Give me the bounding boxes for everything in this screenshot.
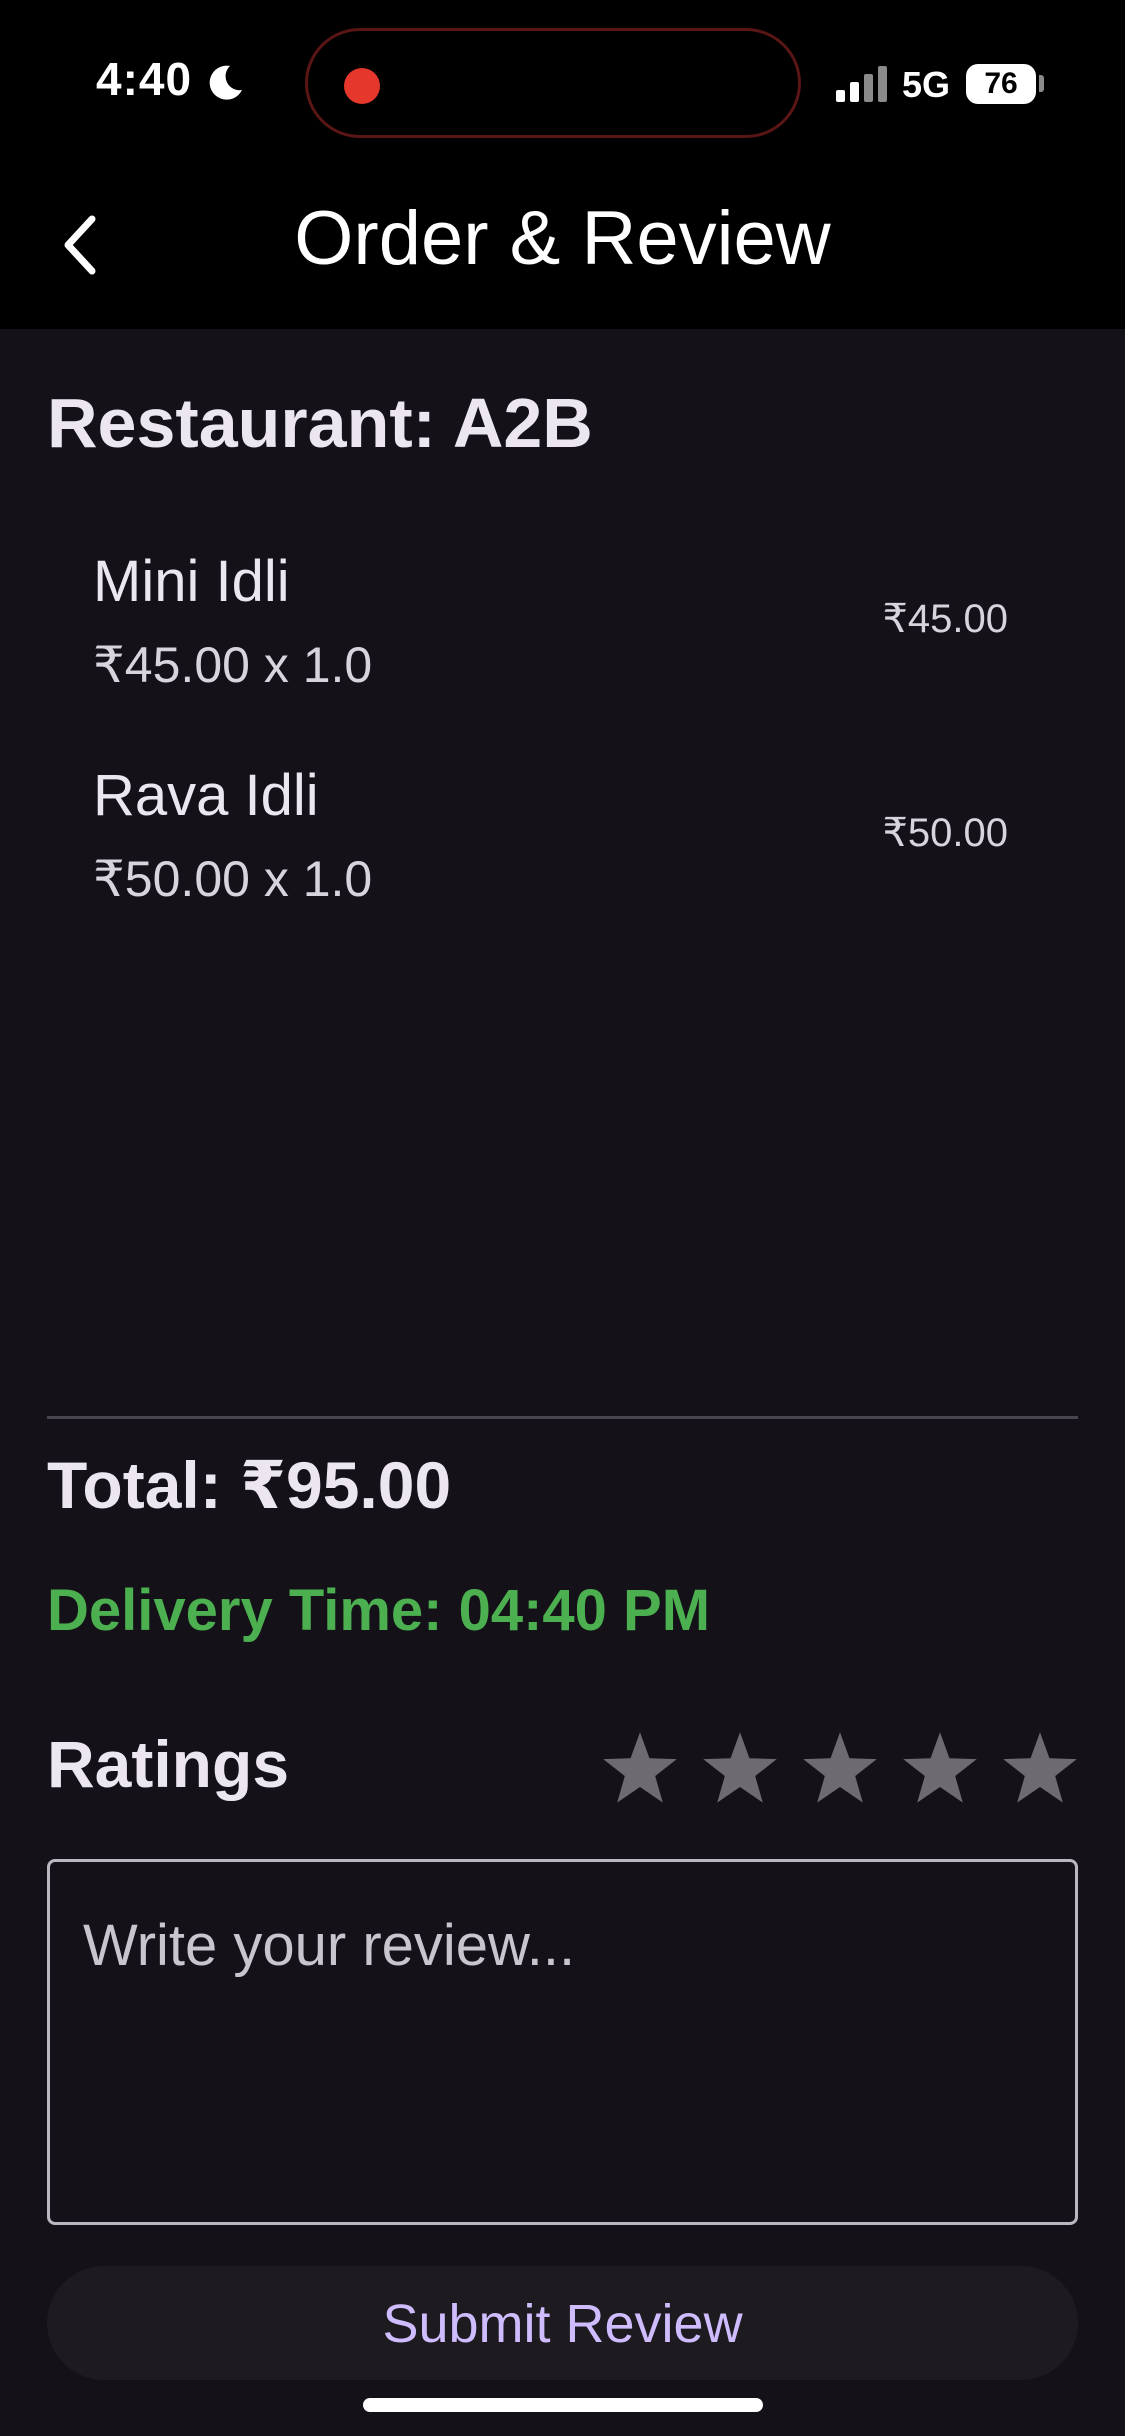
signal-icon <box>836 66 887 102</box>
status-time: 4:40 <box>96 53 193 105</box>
item-total: ₹50.00 <box>882 811 1008 855</box>
list-item: Mini Idli ₹45.00 x 1.0 ₹45.00 <box>93 548 1073 698</box>
divider <box>47 1416 1078 1419</box>
page-title: Order & Review <box>294 196 831 281</box>
item-total: ₹45.00 <box>882 597 1008 641</box>
star-icon[interactable] <box>600 1729 680 1809</box>
recording-dot-icon <box>344 68 380 104</box>
item-price-qty: ₹50.00 x 1.0 <box>93 851 373 907</box>
battery-icon: 76 <box>966 64 1036 104</box>
star-icon[interactable] <box>800 1729 880 1809</box>
star-rating[interactable] <box>600 1729 1080 1809</box>
submit-review-button[interactable]: Submit Review <box>47 2266 1078 2380</box>
star-icon[interactable] <box>700 1729 780 1809</box>
back-button[interactable] <box>50 205 110 285</box>
moon-icon <box>209 65 242 100</box>
star-icon[interactable] <box>900 1729 980 1809</box>
item-name: Mini Idli <box>93 549 290 614</box>
home-indicator[interactable] <box>363 2398 763 2412</box>
star-icon[interactable] <box>1000 1729 1080 1809</box>
list-item: Rava Idli ₹50.00 x 1.0 ₹50.00 <box>93 762 1073 912</box>
restaurant-title: Restaurant: A2B <box>47 384 593 462</box>
review-input[interactable] <box>50 1862 1075 2222</box>
battery-cap <box>1039 75 1044 92</box>
item-price-qty: ₹45.00 x 1.0 <box>93 637 373 693</box>
review-field[interactable] <box>47 1859 1078 2225</box>
network-type: 5G <box>902 64 951 105</box>
ratings-label: Ratings <box>47 1727 290 1801</box>
delivery-time: Delivery Time: 04:40 PM <box>47 1578 711 1643</box>
chevron-left-icon <box>64 215 96 275</box>
dynamic-island <box>305 28 801 138</box>
item-name: Rava Idli <box>93 763 319 828</box>
order-total: Total: ₹95.00 <box>47 1448 452 1522</box>
